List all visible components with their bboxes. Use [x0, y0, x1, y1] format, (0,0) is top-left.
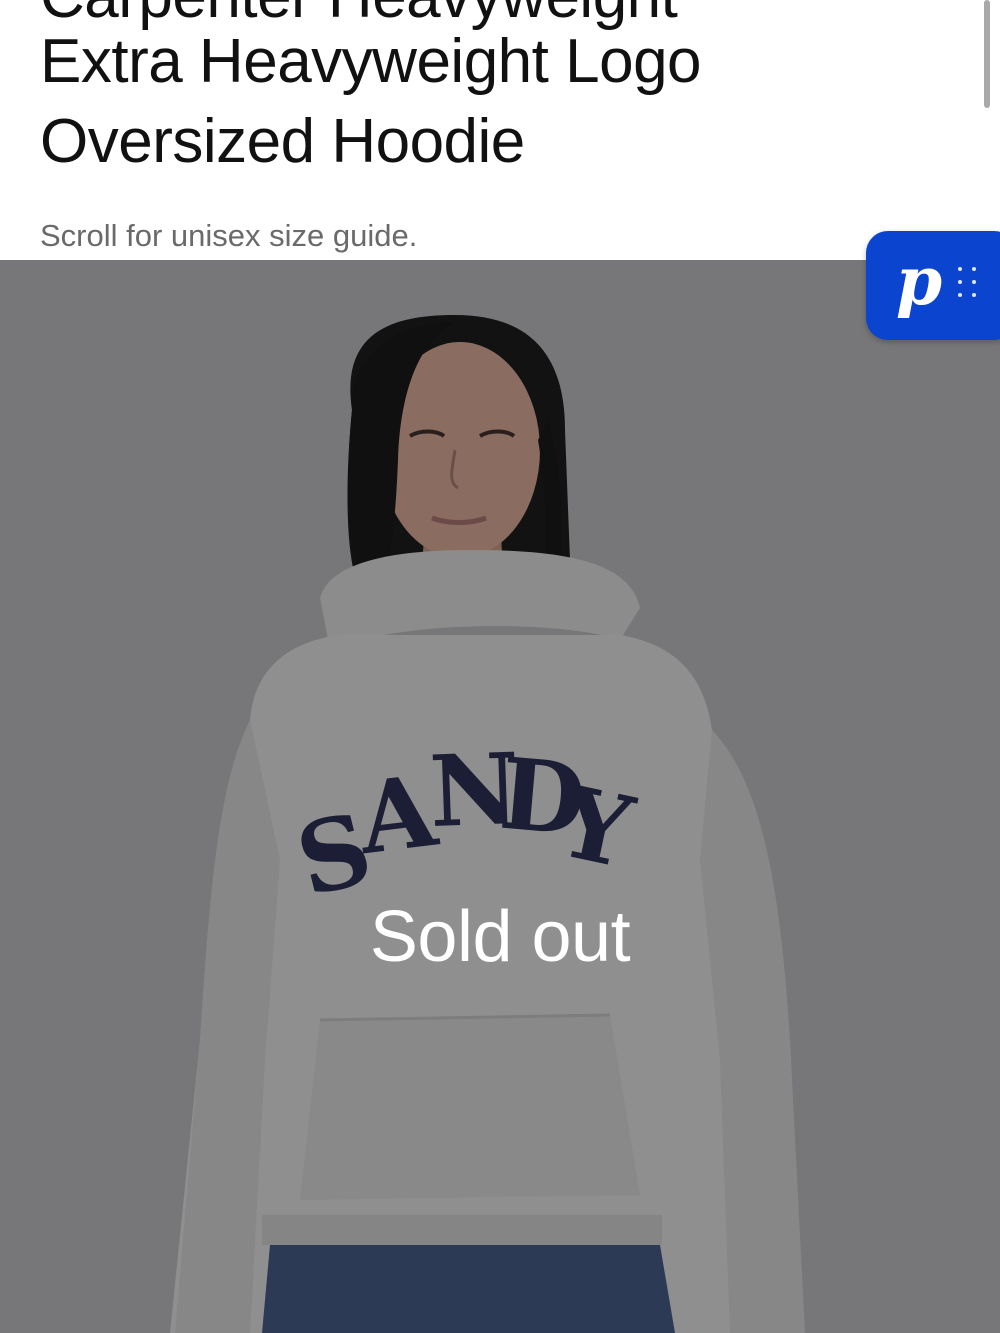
page-scrollbar[interactable]	[984, 0, 990, 108]
size-guide-hint: Scroll for unisex size guide.	[40, 218, 418, 253]
drag-handle-icon[interactable]	[958, 267, 980, 303]
product-image[interactable]: S A N D Y Sold out	[0, 260, 1000, 1333]
product-title-line-1: Extra Heavyweight Logo	[40, 27, 702, 96]
floating-p-widget[interactable]: p	[866, 231, 1000, 340]
sold-out-dim-overlay	[0, 260, 1000, 1333]
sold-out-label: Sold out	[369, 897, 631, 977]
product-title-line-2: Oversized Hoodie	[40, 107, 525, 176]
product-title: Extra Heavyweight Logo Oversized Hoodie	[40, 22, 940, 182]
product-header: Carpenter Heavyweight Extra Heavyweight …	[0, 0, 1000, 260]
widget-p-icon: p	[896, 242, 943, 320]
